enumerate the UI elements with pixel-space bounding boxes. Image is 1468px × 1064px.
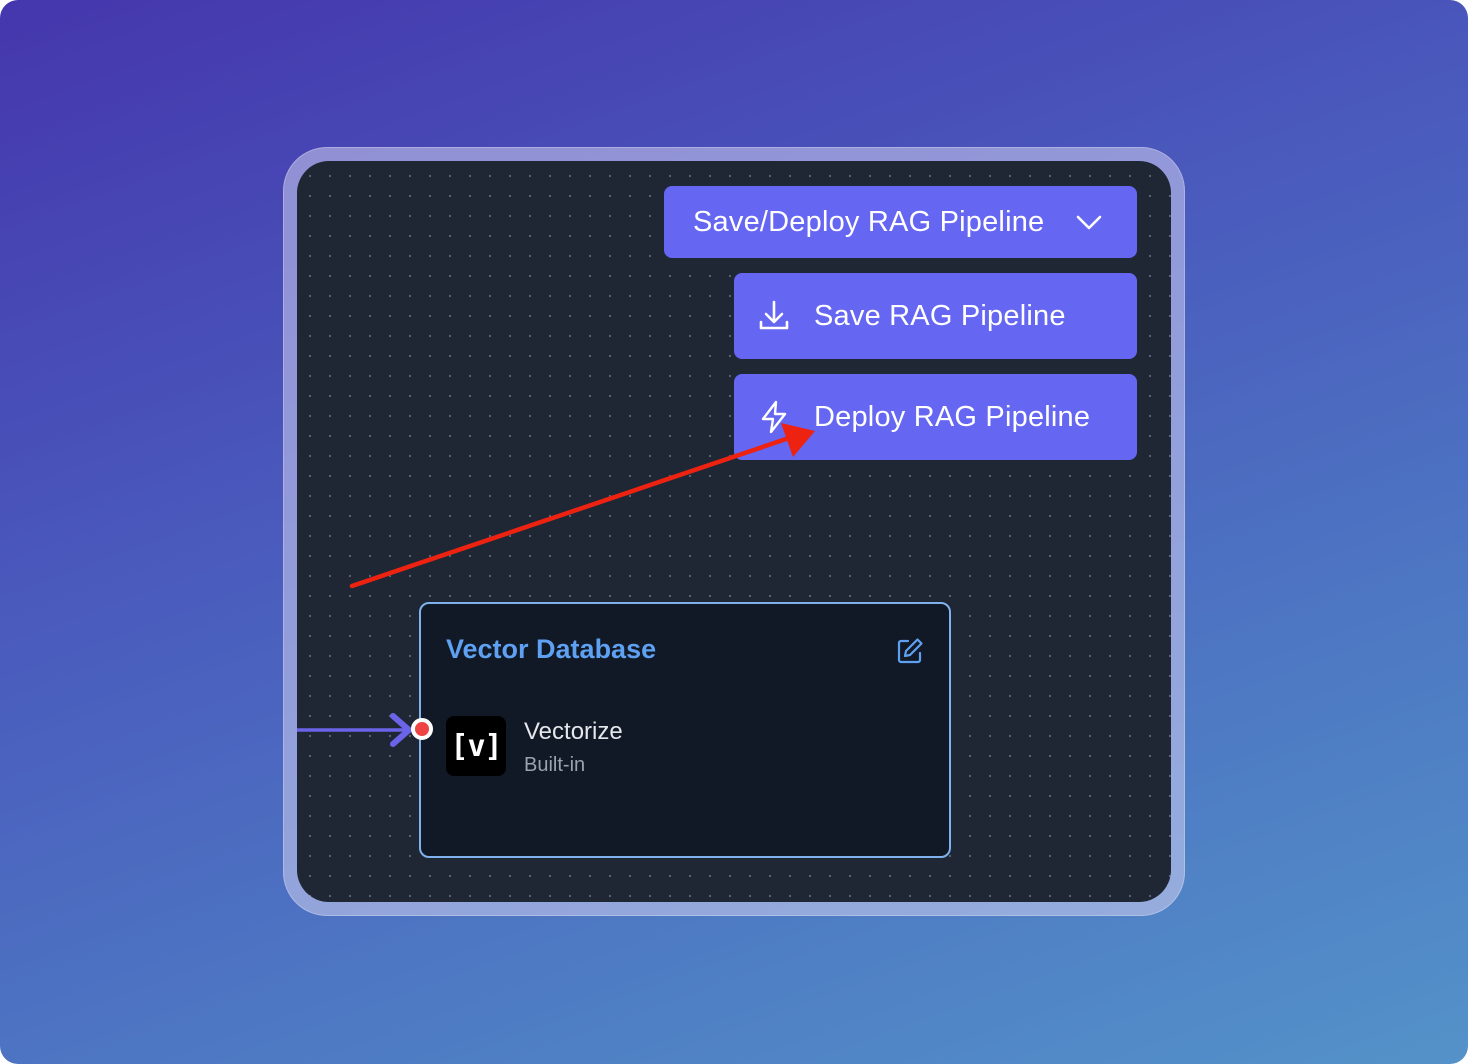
annotation-arrow-line	[349, 434, 795, 589]
save-deploy-dropdown-button[interactable]: Save/Deploy RAG Pipeline	[664, 186, 1137, 258]
deploy-pipeline-label: Deploy RAG Pipeline	[814, 400, 1091, 433]
vectorize-logo: [v]	[446, 716, 506, 776]
vector-database-node[interactable]: Vector Database [v] Vectorize Built-in	[419, 602, 951, 858]
node-input-port[interactable]	[411, 718, 433, 740]
save-deploy-label: Save/Deploy RAG Pipeline	[693, 205, 1045, 238]
background: Save/Deploy RAG Pipeline Save RAG Pipeli…	[0, 0, 1468, 1064]
deploy-pipeline-menu-item[interactable]: Deploy RAG Pipeline	[734, 374, 1137, 460]
download-icon	[759, 300, 789, 330]
node-title: Vector Database	[446, 634, 657, 664]
pipeline-canvas[interactable]: Save/Deploy RAG Pipeline Save RAG Pipeli…	[297, 161, 1171, 902]
save-pipeline-menu-item[interactable]: Save RAG Pipeline	[734, 273, 1137, 359]
save-pipeline-label: Save RAG Pipeline	[814, 299, 1066, 332]
chevron-down-icon	[1076, 215, 1102, 230]
node-item-subtitle: Built-in	[524, 754, 586, 776]
edit-icon[interactable]	[895, 636, 925, 666]
edge-arrow-head	[390, 713, 412, 747]
node-item-name: Vectorize	[524, 718, 623, 745]
lightning-bolt-icon	[761, 400, 787, 434]
